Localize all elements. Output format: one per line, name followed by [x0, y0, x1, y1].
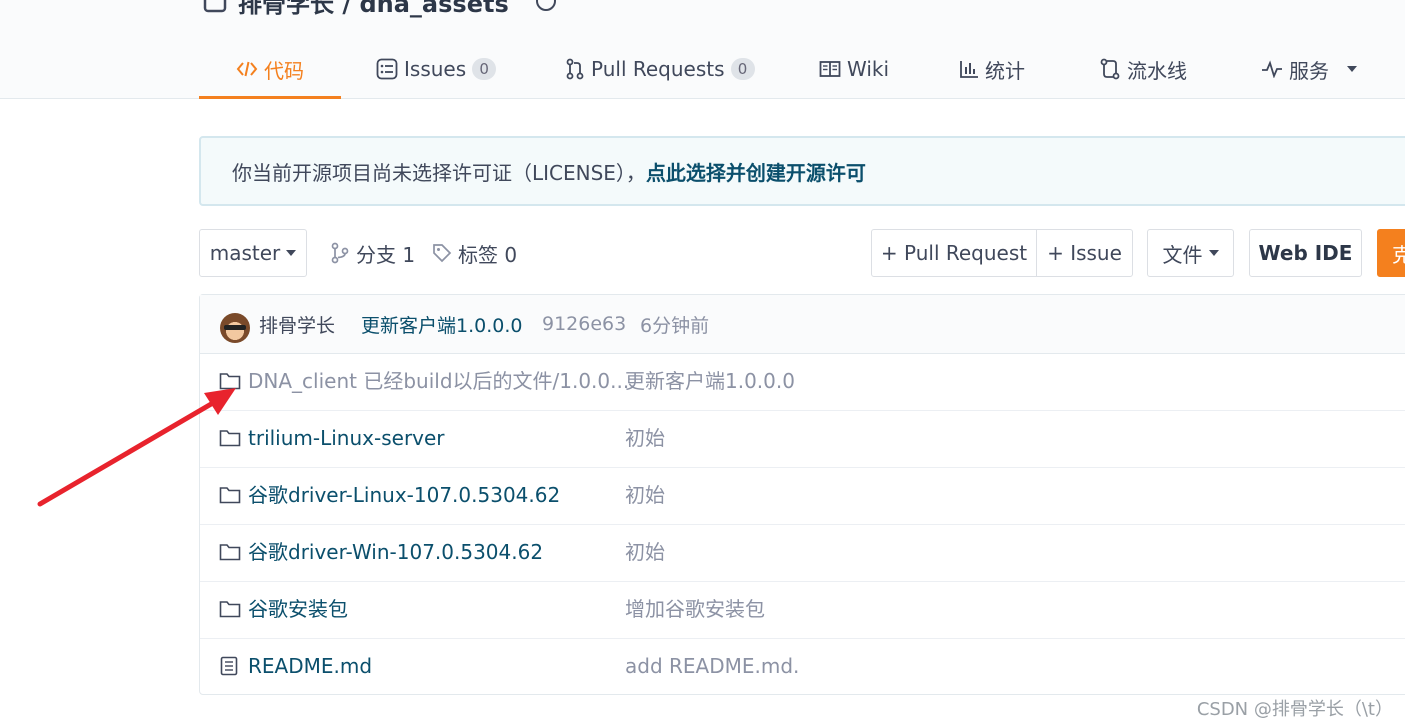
new-issue-button[interactable]: + Issue — [1036, 229, 1133, 277]
watermark: CSDN @排骨学长（\t） — [1196, 699, 1393, 720]
commit-hash[interactable]: 9126e63 — [542, 313, 626, 335]
latest-commit-bar: 排骨学长 更新客户端1.0.0.0 9126e63 6分钟前 — [200, 295, 1405, 354]
list-item[interactable]: 谷歌安装包 增加谷歌安装包 — [200, 581, 1405, 639]
tab-code[interactable]: 代码 — [199, 40, 341, 99]
repo-icon — [203, 0, 227, 13]
file-commit-message[interactable]: add README.md. — [625, 638, 799, 695]
list-item[interactable]: 谷歌driver-Linux-107.0.5304.62 初始 — [200, 467, 1405, 525]
tab-services-label: 服务 — [1289, 58, 1329, 83]
repo-badge-icon — [535, 0, 556, 11]
tags-link[interactable]: 标签 0 — [432, 229, 517, 277]
file-commit-message[interactable]: 初始 — [625, 524, 665, 581]
file-name[interactable]: 谷歌driver-Win-107.0.5304.62 — [248, 524, 543, 581]
file-commit-message[interactable]: 初始 — [625, 410, 665, 467]
list-item[interactable]: DNA_client 已经build以后的文件/1.0.0.... 更新客户端1… — [200, 353, 1405, 411]
file-commit-message[interactable]: 初始 — [625, 467, 665, 524]
file-name[interactable]: trilium-Linux-server — [248, 410, 445, 467]
branch-select[interactable]: master — [199, 229, 307, 277]
file-list: 排骨学长 更新客户端1.0.0.0 9126e63 6分钟前 DNA_clien… — [199, 294, 1405, 695]
tab-pull-requests-label: Pull Requests — [591, 57, 725, 81]
create-license-link[interactable]: 点此选择并创建开源许可 — [646, 157, 866, 186]
tab-statistics[interactable]: 统计 — [959, 40, 1025, 98]
file-commit-message[interactable]: 增加谷歌安装包 — [625, 581, 765, 638]
tag-icon — [433, 244, 452, 263]
folder-icon — [219, 544, 241, 561]
folder-icon — [219, 601, 241, 618]
tab-code-label: 代码 — [264, 58, 304, 83]
tab-issues[interactable]: Issues 0 — [376, 40, 497, 98]
file-name[interactable]: DNA_client 已经build以后的文件/1.0.0.... — [248, 353, 636, 410]
tab-wiki[interactable]: Wiki — [819, 40, 889, 98]
pull-requests-count-badge: 0 — [730, 58, 755, 80]
file-commit-message[interactable]: 更新客户端1.0.0.0 — [625, 353, 795, 410]
repo-header: 排骨学长 / dna_assets 代码 Issues 0 Pull Reque… — [0, 0, 1405, 99]
commit-author[interactable]: 排骨学长 — [259, 311, 335, 338]
license-notice-text: 你当前开源项目尚未选择许可证（LICENSE）， — [232, 160, 646, 185]
list-item[interactable]: trilium-Linux-server 初始 — [200, 410, 1405, 468]
wiki-book-icon — [819, 61, 841, 77]
tags-label: 标签 0 — [458, 242, 518, 267]
code-icon — [236, 61, 258, 77]
issues-count-badge: 0 — [472, 58, 497, 80]
file-text-icon — [220, 656, 238, 676]
branch-icon — [331, 242, 349, 264]
repo-title[interactable]: 排骨学长 / dna_assets — [202, 0, 559, 18]
issues-icon — [376, 58, 398, 80]
tab-statistics-label: 统计 — [985, 58, 1025, 83]
web-ide-button[interactable]: Web IDE — [1249, 229, 1362, 277]
tab-issues-label: Issues — [404, 57, 467, 81]
new-pull-request-button[interactable]: + Pull Request — [871, 229, 1037, 277]
branch-select-label: master — [209, 241, 281, 265]
chevron-down-icon — [286, 250, 297, 256]
active-tab-underline — [199, 96, 341, 99]
file-menu-label: 文件 — [1162, 242, 1203, 267]
bar-chart-icon — [960, 61, 978, 78]
file-name[interactable]: 谷歌安装包 — [248, 581, 348, 638]
pipeline-icon — [1100, 58, 1120, 80]
repo-title-text[interactable]: 排骨学长 / dna_assets — [238, 0, 509, 19]
commit-time: 6分钟前 — [640, 314, 710, 337]
pull-request-icon — [566, 58, 584, 80]
tab-pipeline-label: 流水线 — [1127, 58, 1187, 83]
annotation-arrow — [37, 388, 236, 507]
list-item[interactable]: README.md add README.md. — [200, 638, 1405, 695]
file-name[interactable]: README.md — [248, 638, 372, 695]
clone-download-button[interactable]: 克 — [1377, 229, 1405, 277]
list-item[interactable]: 谷歌driver-Win-107.0.5304.62 初始 — [200, 524, 1405, 582]
branches-link[interactable]: 分支 1 — [330, 229, 415, 277]
tab-pull-requests[interactable]: Pull Requests 0 — [565, 40, 755, 98]
commit-message[interactable]: 更新客户端1.0.0.0 — [361, 311, 522, 338]
chevron-down-icon — [1208, 250, 1219, 256]
file-name[interactable]: 谷歌driver-Linux-107.0.5304.62 — [248, 467, 560, 524]
pulse-icon — [1262, 60, 1282, 78]
branches-label: 分支 1 — [356, 242, 416, 267]
file-menu-button[interactable]: 文件 — [1147, 229, 1234, 277]
chevron-down-icon — [1347, 66, 1357, 72]
tab-wiki-label: Wiki — [847, 57, 890, 81]
tab-services[interactable]: 服务 — [1261, 40, 1357, 98]
tab-pipeline[interactable]: 流水线 — [1099, 40, 1187, 98]
avatar[interactable] — [220, 313, 250, 343]
license-notice: 你当前开源项目尚未选择许可证（LICENSE）， 点此选择并创建开源许可 — [199, 136, 1405, 206]
